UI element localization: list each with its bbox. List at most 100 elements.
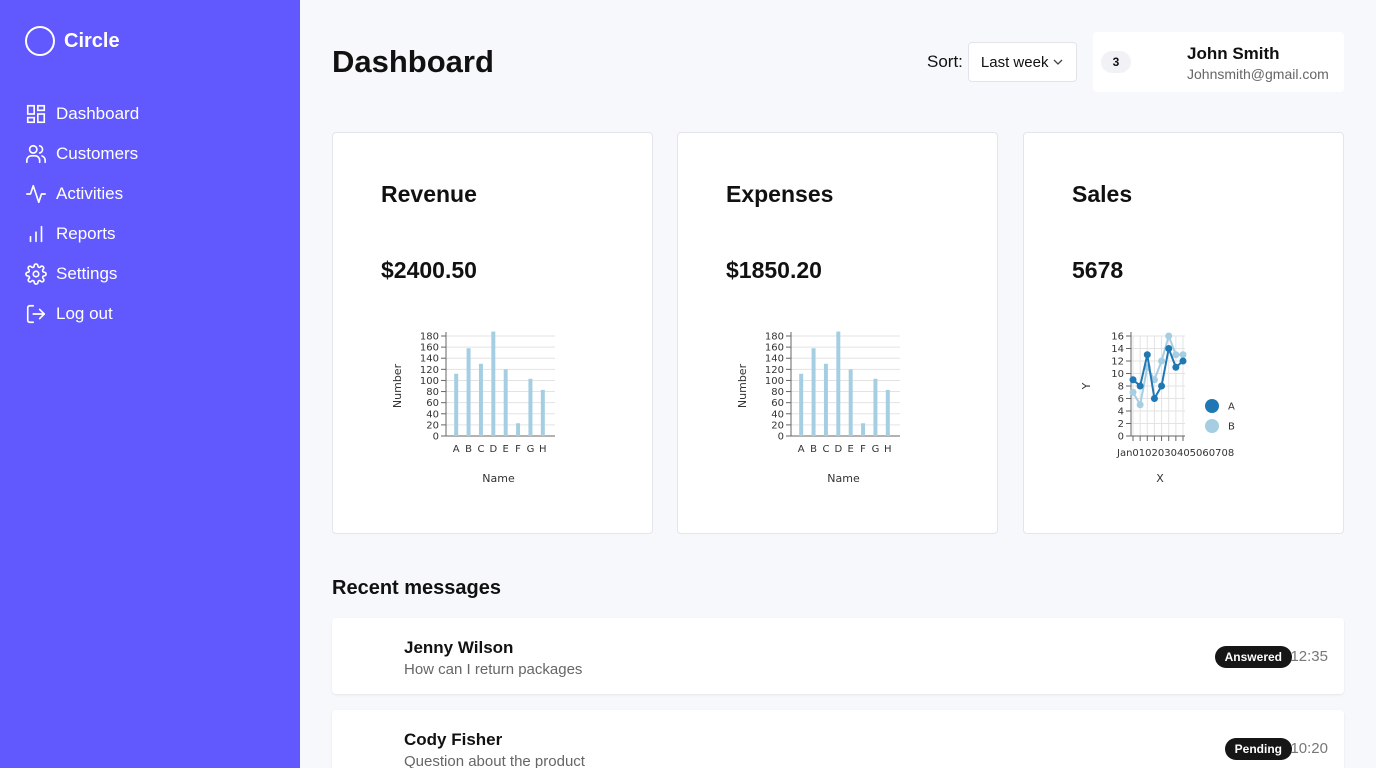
bar xyxy=(799,373,804,436)
circle-logo-icon xyxy=(25,26,55,56)
sidebar-item-label: Activities xyxy=(56,184,124,203)
data-point xyxy=(1158,382,1166,390)
y-tick-label: 10 xyxy=(1111,369,1124,380)
card-title: Sales xyxy=(1072,181,1133,207)
notification-badge[interactable]: 3 xyxy=(1101,51,1131,73)
sidebar-item-label: Customers xyxy=(56,144,139,163)
sidebar-item-activities[interactable]: Activities xyxy=(25,174,139,214)
bar xyxy=(491,331,496,436)
y-axis-label: Number xyxy=(736,363,749,408)
bar xyxy=(848,369,853,436)
y-tick-label: 0 xyxy=(778,432,784,443)
data-point xyxy=(1158,357,1166,365)
sidebar-item-settings[interactable]: Settings xyxy=(25,254,139,294)
data-point xyxy=(1129,376,1137,384)
bar xyxy=(861,423,866,436)
y-tick-label: 60 xyxy=(771,398,784,409)
x-tick-label: H xyxy=(539,444,547,455)
x-axis-label: Name xyxy=(827,472,860,485)
x-tick-label: F xyxy=(515,444,521,455)
revenue-card: Revenue $2400.50 0 20 40 60 80 100 120 140 160 18… xyxy=(332,132,653,534)
user-name: John Smith xyxy=(1187,44,1280,63)
sidebar-nav: Dashboard Customers Activities Reports S… xyxy=(25,94,139,334)
expenses-card: Expenses $1850.20 0 20 40 60 80 100 120 140 160 1… xyxy=(677,132,998,534)
sidebar-item-logout[interactable]: Log out xyxy=(25,294,139,334)
data-point xyxy=(1172,351,1180,359)
legend-marker xyxy=(1205,419,1219,433)
main-content: Dashboard Sort: Last week 3 John Smith J… xyxy=(300,0,1376,768)
data-point xyxy=(1172,363,1180,371)
card-title: Expenses xyxy=(726,181,834,207)
sales-card: Sales 5678 0 2 4 6 8 10 12 14 16 Jan0102030405060… xyxy=(1023,132,1344,534)
y-tick-label: 16 xyxy=(1111,332,1124,343)
data-point xyxy=(1143,351,1151,359)
y-tick-label: 160 xyxy=(765,343,784,354)
data-point xyxy=(1136,401,1144,409)
x-axis-label: Name xyxy=(482,472,515,485)
y-tick-label: 40 xyxy=(771,409,784,420)
message-item[interactable]: Cody Fisher Question about the product P… xyxy=(332,710,1344,768)
bar-chart-icon xyxy=(29,225,43,243)
bar xyxy=(811,348,816,436)
logout-icon xyxy=(26,304,46,324)
sidebar-item-label: Dashboard xyxy=(56,104,140,123)
y-axis-label: Y xyxy=(1080,382,1093,390)
x-tick-label: G xyxy=(527,444,535,455)
sort-value: Last week xyxy=(980,53,1049,71)
data-point xyxy=(1165,332,1173,340)
sidebar-item-label: Log out xyxy=(56,304,113,323)
y-tick-label: 180 xyxy=(765,332,784,343)
message-item[interactable]: Jenny Wilson How can I return packages A… xyxy=(332,618,1344,694)
sort-dropdown[interactable]: Last week xyxy=(967,42,1077,82)
grid-icon xyxy=(26,104,46,124)
sidebar-item-reports[interactable]: Reports xyxy=(25,214,139,254)
users-icon xyxy=(26,144,46,164)
y-tick-label: 0 xyxy=(433,432,439,443)
message-time: 10:20 xyxy=(1290,740,1328,757)
legend-label: A xyxy=(1228,402,1235,413)
card-value: $1850.20 xyxy=(726,257,822,283)
bar xyxy=(503,369,508,436)
user-card[interactable]: 3 John Smith Johnsmith@gmail.com xyxy=(1093,32,1344,92)
y-tick-label: 120 xyxy=(765,365,784,376)
card-value: $2400.50 xyxy=(381,257,477,283)
x-tick-label: H xyxy=(884,444,892,455)
user-email: Johnsmith@gmail.com xyxy=(1187,66,1329,82)
y-tick-label: 20 xyxy=(426,420,439,431)
bar xyxy=(516,423,521,436)
message-text: Question about the product xyxy=(404,753,585,768)
message-time: 12:35 xyxy=(1290,648,1328,665)
data-point xyxy=(1179,351,1187,359)
sidebar-item-label: Reports xyxy=(56,224,116,243)
x-tick-label: C xyxy=(822,444,829,455)
y-tick-label: 6 xyxy=(1118,394,1124,405)
bar xyxy=(466,348,471,436)
x-tick-label: E xyxy=(503,444,509,455)
y-tick-label: 80 xyxy=(426,387,439,398)
message-text: How can I return packages xyxy=(404,661,583,678)
x-tick-label: B xyxy=(810,444,817,455)
brand[interactable]: Circle xyxy=(25,26,120,56)
brand-name: Circle xyxy=(64,29,120,52)
x-tick-label: D xyxy=(834,444,842,455)
y-tick-label: 60 xyxy=(426,398,439,409)
x-tick-label: A xyxy=(453,444,460,455)
data-point xyxy=(1150,395,1158,402)
message-sender: Jenny Wilson xyxy=(404,638,514,657)
y-tick-label: 8 xyxy=(1118,382,1124,393)
data-point xyxy=(1136,382,1144,390)
x-tick-labels: Jan0102030405060708 xyxy=(1116,448,1234,459)
data-point xyxy=(1129,388,1137,396)
sidebar-item-customers[interactable]: Customers xyxy=(25,134,139,174)
x-tick-label: G xyxy=(872,444,880,455)
sidebar-item-dashboard[interactable]: Dashboard xyxy=(25,94,139,134)
card-value: 5678 xyxy=(1072,257,1124,283)
x-tick-label: B xyxy=(465,444,472,455)
y-tick-label: 100 xyxy=(765,376,784,387)
y-tick-label: 0 xyxy=(1118,432,1124,443)
y-tick-label: 120 xyxy=(420,365,439,376)
x-tick-label: C xyxy=(477,444,484,455)
chevron-down-icon xyxy=(1053,59,1063,65)
bar xyxy=(528,378,533,436)
x-tick-label: D xyxy=(489,444,497,455)
